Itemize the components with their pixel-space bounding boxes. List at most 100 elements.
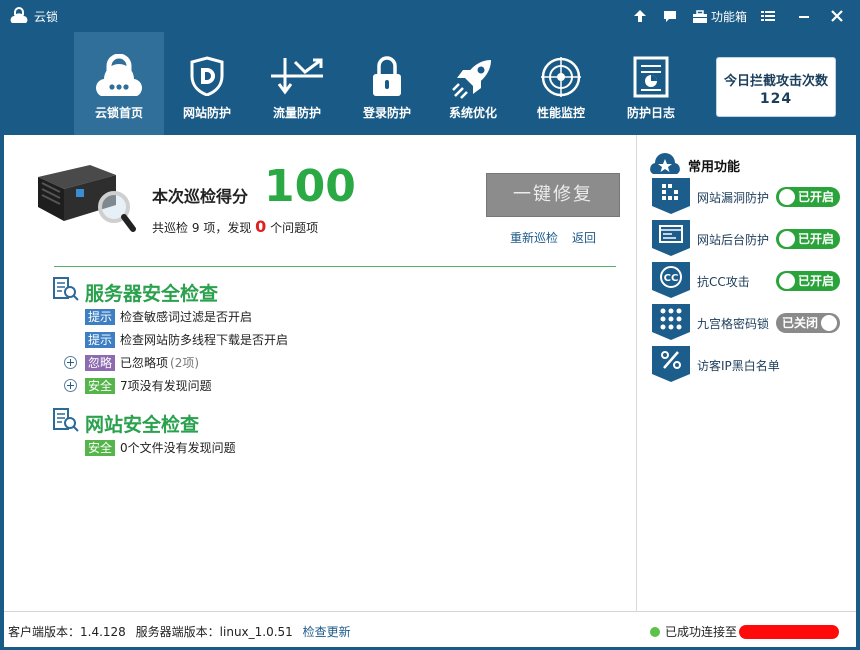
nav-item-monitor[interactable]: 性能监控 [516, 32, 606, 135]
title-bar: 云锁 功能箱 [0, 0, 860, 32]
feature-label-admin[interactable]: 网站后台防护 [697, 231, 769, 248]
attack-count-label: 今日拦截攻击次数 [723, 74, 828, 89]
report-icon [633, 56, 669, 98]
client-version-label: 客户端版本： [8, 625, 81, 639]
toolbox-button[interactable]: 功能箱 [692, 8, 747, 25]
app-title: 云锁 [34, 10, 59, 24]
scan-items-count: 9 [191, 221, 200, 235]
menu-icon[interactable] [760, 8, 776, 24]
status-dot [650, 626, 660, 637]
tip-badge: 提示 [85, 308, 116, 325]
safe-badge: 安全 [85, 439, 116, 456]
back-link[interactable]: 返回 [572, 229, 596, 246]
feedback-icon[interactable] [662, 8, 678, 24]
server-check-row: 提示 检查网站防多线程下载是否开启 [85, 331, 288, 348]
summary-suffix: 个问题项 [270, 221, 319, 235]
nav-label-login: 登录防护 [362, 106, 411, 120]
toolbox-label: 功能箱 [711, 10, 748, 24]
admin-protection-toggle[interactable]: 已开启 [776, 229, 840, 249]
score-label: 本次巡检得分 [152, 187, 249, 206]
nav-item-optimize[interactable]: 系统优化 [428, 32, 518, 135]
server-version-label: 服务器端版本： [135, 625, 220, 639]
nav-label-optimize: 系统优化 [448, 106, 497, 120]
row-text: 检查网站防多线程下载是否开启 [120, 333, 289, 347]
server-check-title: 服务器安全检查 [85, 283, 219, 305]
nav-item-traffic[interactable]: 流量防护 [252, 32, 342, 135]
main-nav: 云锁首页 网站防护 流量防护 登录防护 系统优化 性能监控 防护日志 今日拦截攻… [0, 32, 860, 135]
nav-item-login[interactable]: 登录防护 [342, 32, 432, 135]
feature-label-cc[interactable]: 抗CC攻击 [697, 273, 750, 290]
toggle-knob [779, 273, 795, 289]
site-check-row: 安全 0个文件没有发现问题 [85, 439, 236, 456]
scan-summary: 共巡检 9 项，发现 0 个问题项 [152, 217, 318, 236]
summary-mid: 项，发现 [203, 221, 252, 235]
upload-icon[interactable] [632, 8, 648, 24]
connection-status-text: 已成功连接至 [665, 625, 738, 639]
common-functions-title: 常用功能 [688, 160, 741, 175]
safe-badge: 安全 [85, 377, 116, 394]
row-text: 7项没有发现问题 [120, 379, 212, 393]
toggle-knob [779, 189, 795, 205]
site-check-icon [53, 408, 79, 432]
server-check-row: 忽略 已忽略项 (2项) [85, 354, 199, 371]
app-logo-icon [10, 7, 28, 23]
expand-ignored-icon[interactable] [64, 356, 77, 369]
row-text: 检查敏感词过滤是否开启 [120, 310, 253, 324]
cc-icon[interactable]: CC [652, 262, 690, 298]
minimize-icon[interactable] [796, 8, 812, 24]
toolbox-icon [693, 9, 707, 23]
nav-label-home: 云锁首页 [94, 106, 143, 120]
nav-label-monitor: 性能监控 [536, 106, 585, 120]
server-magnifier-icon [38, 165, 136, 232]
attack-count-value: 124 [759, 91, 793, 107]
tip-badge: 提示 [85, 331, 116, 348]
cloud-lock-icon [96, 54, 142, 96]
version-info: 客户端版本：1.4.128 服务器端版本：linux_1.0.51 检查更新 [8, 623, 357, 640]
summary-prefix: 共巡检 [152, 221, 189, 235]
check-update-link[interactable]: 检查更新 [303, 625, 351, 639]
toggle-label: 已开启 [798, 274, 835, 288]
svg-text:CC: CC [664, 273, 679, 284]
status-bar: 客户端版本：1.4.128 服务器端版本：linux_1.0.51 检查更新 已… [4, 611, 856, 647]
ignored-badge: 忽略 [85, 354, 116, 371]
expand-safe-icon[interactable] [64, 379, 77, 392]
row-text: 0个文件没有发现问题 [120, 441, 236, 455]
row-text: 已忽略项 [120, 356, 169, 370]
padlock-icon [373, 56, 401, 96]
nav-label-traffic: 流量防护 [272, 106, 321, 120]
problem-count: 0 [255, 217, 267, 236]
vuln-protection-toggle[interactable]: 已开启 [776, 187, 840, 207]
server-check-icon [53, 277, 79, 301]
server-check-row: 安全 7项没有发现问题 [85, 377, 212, 394]
feature-label-grid-lock[interactable]: 九宫格密码锁 [697, 315, 769, 332]
nav-item-home[interactable]: 云锁首页 [74, 32, 164, 135]
nav-label-site: 网站防护 [182, 106, 231, 120]
vuln-icon[interactable] [652, 178, 690, 214]
feature-label-vuln[interactable]: 网站漏洞防护 [697, 189, 769, 206]
server-version: linux_1.0.51 [219, 625, 293, 639]
feature-label-ip-list[interactable]: 访客IP黑白名单 [697, 357, 780, 374]
attack-count-panel: 今日拦截攻击次数 124 [716, 57, 836, 117]
nav-item-site[interactable]: 网站防护 [162, 32, 252, 135]
toggle-knob [779, 231, 795, 247]
cc-protection-toggle[interactable]: 已开启 [776, 271, 840, 291]
score-value: 100 [264, 161, 356, 212]
admin-panel-icon[interactable] [652, 220, 690, 256]
nav-item-log[interactable]: 防护日志 [606, 32, 696, 135]
close-icon[interactable] [829, 8, 845, 24]
toggle-label: 已开启 [798, 232, 835, 246]
shield-d-icon [190, 56, 224, 96]
server-check-row: 提示 检查敏感词过滤是否开启 [85, 308, 252, 325]
grid-lock-icon[interactable] [652, 304, 690, 340]
radar-icon [541, 57, 581, 97]
one-click-fix-button[interactable]: 一键修复 [486, 173, 620, 217]
site-check-title: 网站安全检查 [85, 414, 200, 436]
rescan-link[interactable]: 重新巡检 [510, 229, 558, 246]
client-version: 1.4.128 [80, 625, 126, 639]
traffic-icon [271, 58, 323, 95]
nav-label-log: 防护日志 [626, 106, 675, 120]
grid-lock-toggle[interactable]: 已关闭 [776, 313, 840, 333]
main-content: 本次巡检得分 100 共巡检 9 项，发现 0 个问题项 一键修复 重新巡检 返… [4, 135, 856, 611]
section-divider [54, 266, 616, 267]
ip-list-icon[interactable] [652, 346, 690, 382]
